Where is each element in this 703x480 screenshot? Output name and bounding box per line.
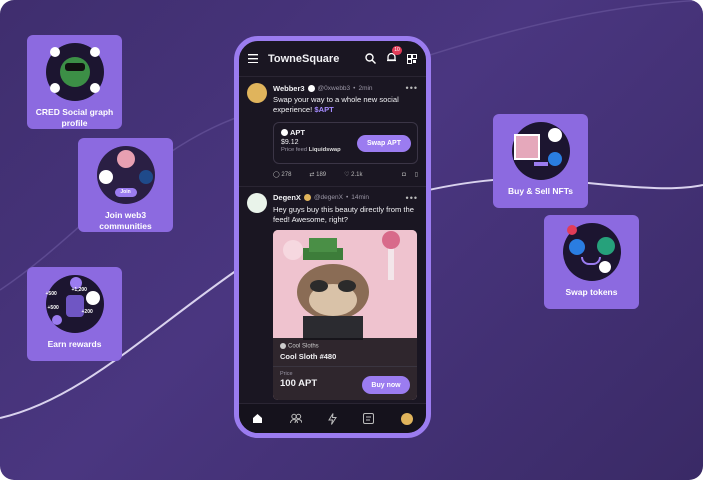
avatar[interactable] [247,192,267,213]
app-title: TowneSquare [268,52,340,65]
earn-amount: +500 [45,291,57,297]
earn-amount: +200 [81,309,93,315]
post-text: Hey guys buy this beauty directly from t… [273,204,414,224]
messages-icon[interactable] [363,413,375,424]
tether-icon [596,237,615,255]
token-icon [566,225,577,235]
buy-now-button[interactable]: Buy now [362,376,410,395]
nft-collection: Cool Sloths [280,343,410,350]
bookmark-icon[interactable]: ▯ [415,171,418,178]
app-header: TowneSquare 10 [239,41,426,77]
avatar[interactable] [247,83,267,103]
profile-avatar[interactable] [400,412,413,425]
earn-rewards-card: +500 +1,200 +500 +200 Earn rewards [27,267,122,361]
usdc-icon [547,152,562,166]
post-author-handle: @0xwebb3 [317,84,351,92]
communities-illustration: Join [96,146,155,204]
join-badge: Join [114,188,137,197]
moon-icon [89,47,100,57]
tip-icon[interactable]: ◘ [402,172,406,178]
sloth-avatar-icon [59,57,90,87]
nft-trade-illustration [511,122,570,180]
buy-sell-card-label: Buy & Sell NFTs [507,186,574,196]
reward-icon [49,83,60,93]
more-options-icon[interactable]: ••• [406,83,418,93]
post-actions: ◯ 278 ⇄ 189 ♡ 2.1k ◘ ▯ [273,164,418,186]
nft-image [273,230,417,341]
promo-stage: CRED Social graph profile Join Join web3… [0,0,703,480]
token-swap-widget: APT $9.12 Price feed Liquidswap Swap APT [273,121,418,164]
moon-icon [85,291,100,305]
bottom-navigation [239,403,426,433]
swap-card-label: Swap tokens [565,287,618,297]
nft-info-panel: Cool Sloths Cool Sloth #480 Price 100 AP… [273,338,417,401]
home-icon[interactable] [252,413,263,424]
menu-icon[interactable] [248,54,258,63]
swap-arrow-icon [580,257,601,265]
token-icon [598,261,611,273]
token-icon [547,128,562,142]
post-time: 2min [358,84,373,92]
arrow-icon [533,162,548,166]
post-time: 14min [351,194,369,202]
comment-button[interactable]: ◯ 278 [273,171,300,178]
swap-tokens-card: Swap tokens [544,215,639,309]
post-author-name[interactable]: Webber3 [273,84,305,93]
community-icon [98,170,113,184]
usdc-icon [568,239,585,255]
join-communities-card: Join Join web3 communities [78,138,173,232]
communities-icon[interactable] [289,413,302,424]
cred-card-label: CRED Social graph profile [35,106,114,128]
post-text: Swap your way to a whole new social expe… [273,95,399,114]
nft-thumbnail [513,134,540,160]
token-tag[interactable]: $APT [314,105,333,114]
collection-icon [280,343,286,350]
notification-badge: 10 [392,45,402,55]
earn-card-label: Earn rewards [47,339,102,349]
buy-sell-nfts-card: Buy & Sell NFTs [493,114,588,208]
member-avatar-icon [116,150,135,168]
more-options-icon[interactable]: ••• [406,193,418,203]
nft-listing-card[interactable]: Cool Sloths Cool Sloth #480 Price 100 AP… [273,230,417,401]
notifications-button[interactable]: 10 [386,45,402,68]
qr-code-icon[interactable] [407,53,417,64]
post-author-handle: @degenX [313,194,343,202]
like-button[interactable]: ♡ 2.1k [344,171,371,178]
heart-icon [49,47,60,57]
join-card-label: Join web3 communities [99,209,152,231]
community-icon [138,170,153,184]
diamond-icon [51,315,62,325]
repost-button[interactable]: ⇄ 189 [309,171,335,178]
earn-amount: +500 [47,305,59,311]
verified-icon [307,84,315,92]
swap-illustration [562,223,621,281]
swap-apt-button[interactable]: Swap APT [357,134,411,152]
phone-mockup: TowneSquare 10 Webber3 @0xwebb3 • 2min •… [234,36,431,438]
badge-icon [303,194,311,202]
rewards-illustration: +500 +1,200 +500 +200 [45,275,104,333]
cred-profile-illustration [45,43,104,101]
cred-social-graph-card: CRED Social graph profile [27,35,122,129]
aptos-icon [281,129,288,137]
chat-icon [89,83,100,93]
search-icon[interactable] [365,53,376,64]
earn-amount: +1,200 [71,287,87,293]
feed-post: DegenX @degenX • 14min ••• Hey guys buy … [239,187,426,401]
nft-name: Cool Sloth #480 [280,352,337,362]
post-author-name[interactable]: DegenX [273,193,301,202]
lightning-icon[interactable] [328,412,337,425]
feed-post: Webber3 @0xwebb3 • 2min ••• Swap your wa… [239,77,426,187]
